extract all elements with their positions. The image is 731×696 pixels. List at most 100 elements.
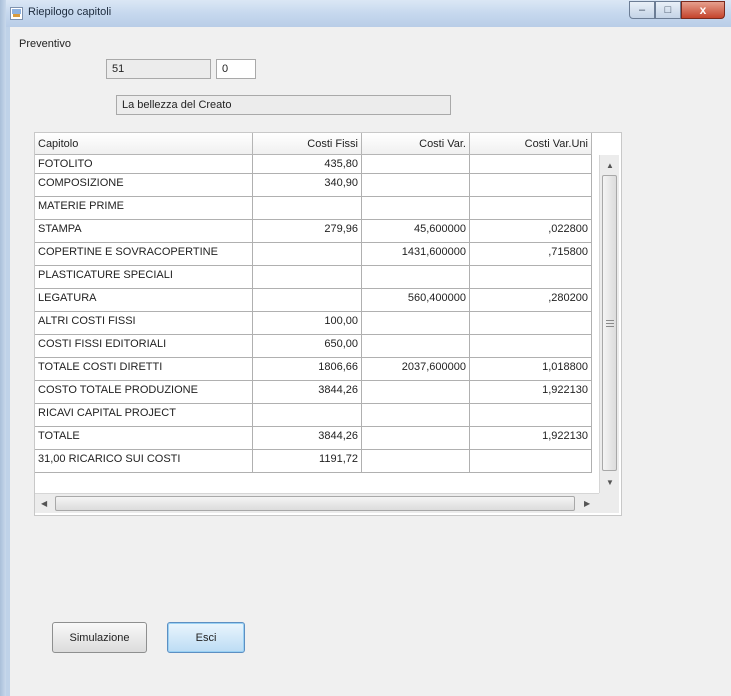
cell-costi-var-uni [470,404,592,427]
description-field[interactable]: La bellezza del Creato [116,95,451,115]
column-header-costi-var-uni[interactable]: Costi Var.Uni [470,133,592,155]
window-controls: – □ x [629,1,725,20]
cell-costi-var: 560,400000 [362,289,470,312]
cell-costi-var-uni [470,312,592,335]
cell-costi-var-uni [470,174,592,197]
cell-costi-fissi: 3844,26 [253,381,362,404]
preventivo-version-field[interactable]: 0 [216,59,256,79]
scroll-up-arrow-icon[interactable]: ▲ [606,161,614,170]
table-row[interactable]: FOTOLITO 435,80 [35,155,592,174]
cell-capitolo: COSTI FISSI EDITORIALI [35,335,253,358]
window-content: Preventivo 51 0 La bellezza del Creato C… [10,27,731,696]
table-row[interactable]: MATERIE PRIME [35,197,592,220]
table-header: Capitolo Costi Fissi Costi Var. Costi Va… [35,133,592,155]
column-header-costi-var[interactable]: Costi Var. [362,133,470,155]
cell-costi-fissi: 100,00 [253,312,362,335]
cell-costi-var [362,174,470,197]
horizontal-scrollbar[interactable]: ◀ ▶ [35,493,599,513]
cell-costi-fissi [253,197,362,220]
cell-capitolo: RICAVI CAPITAL PROJECT [35,404,253,427]
simulazione-button[interactable]: Simulazione [52,622,147,653]
scroll-right-arrow-icon[interactable]: ▶ [584,499,590,508]
cell-costi-fissi [253,266,362,289]
cell-costi-var [362,404,470,427]
window-title: Riepilogo capitoli [28,6,112,18]
cell-costi-var [362,155,470,174]
cell-costi-fissi: 1806,66 [253,358,362,381]
table-body: FOTOLITO 435,80 COMPOSIZIONE 340,90 MATE… [35,155,592,473]
column-header-capitolo[interactable]: Capitolo [35,133,253,155]
table-row[interactable]: COSTI FISSI EDITORIALI 650,00 [35,335,592,358]
cell-capitolo: TOTALE COSTI DIRETTI [35,358,253,381]
cell-costi-var [362,427,470,450]
cell-costi-fissi: 340,90 [253,174,362,197]
cell-costi-fissi: 435,80 [253,155,362,174]
cell-capitolo: STAMPA [35,220,253,243]
grip-line [606,326,614,327]
esci-button[interactable]: Esci [167,622,245,653]
cell-capitolo: LEGATURA [35,289,253,312]
scroll-down-arrow-icon[interactable]: ▼ [606,478,614,487]
cell-costi-fissi [253,404,362,427]
table-row[interactable]: STAMPA 279,96 45,600000 ,022800 [35,220,592,243]
preventivo-number-field[interactable]: 51 [106,59,211,79]
cell-costi-var [362,266,470,289]
cell-costi-fissi: 650,00 [253,335,362,358]
horizontal-scrollbar-thumb[interactable] [55,496,575,511]
cell-costi-fissi [253,243,362,266]
table-row[interactable]: TOTALE COSTI DIRETTI 1806,66 2037,600000… [35,358,592,381]
cell-costi-fissi: 1191,72 [253,450,362,473]
window-left-border [0,0,6,696]
table-row[interactable]: COSTO TOTALE PRODUZIONE 3844,26 1,922130 [35,381,592,404]
cell-costi-var: 2037,600000 [362,358,470,381]
vertical-scrollbar-thumb[interactable] [602,175,617,471]
table-row[interactable]: COMPOSIZIONE 340,90 [35,174,592,197]
cell-costi-var [362,335,470,358]
cell-costi-var-uni: ,280200 [470,289,592,312]
cell-costi-var-uni: 1,922130 [470,381,592,404]
grip-line [606,323,614,324]
column-header-costi-fissi[interactable]: Costi Fissi [253,133,362,155]
table-row[interactable]: TOTALE 3844,26 1,922130 [35,427,592,450]
maximize-button[interactable]: □ [655,1,681,19]
cell-costi-var [362,381,470,404]
cell-costi-var-uni [470,450,592,473]
cell-costi-var-uni: 1,922130 [470,427,592,450]
cell-costi-var [362,312,470,335]
table-row[interactable]: RICAVI CAPITAL PROJECT [35,404,592,427]
table-row[interactable]: LEGATURA 560,400000 ,280200 [35,289,592,312]
cell-costi-fissi: 3844,26 [253,427,362,450]
cell-costi-fissi: 279,96 [253,220,362,243]
cell-costi-var: 45,600000 [362,220,470,243]
vertical-scrollbar[interactable]: ▲ ▼ [599,155,619,493]
close-button[interactable]: x [681,1,725,19]
cell-costi-var-uni: 1,018800 [470,358,592,381]
table-row[interactable]: PLASTICATURE SPECIALI [35,266,592,289]
table-row[interactable]: ALTRI COSTI FISSI 100,00 [35,312,592,335]
cell-capitolo: PLASTICATURE SPECIALI [35,266,253,289]
cell-costi-var-uni [470,266,592,289]
cell-costi-var-uni [470,197,592,220]
cell-costi-var-uni [470,155,592,174]
minimize-button[interactable]: – [629,1,655,19]
cell-capitolo: MATERIE PRIME [35,197,253,220]
cell-costi-var: 1431,600000 [362,243,470,266]
title-bar[interactable]: Riepilogo capitoli – □ x [6,0,731,27]
cell-costi-var-uni: ,715800 [470,243,592,266]
cell-capitolo: FOTOLITO [35,155,253,174]
app-icon [10,7,23,20]
cell-costi-var [362,450,470,473]
cell-costi-fissi [253,289,362,312]
cell-capitolo: COPERTINE E SOVRACOPERTINE [35,243,253,266]
scroll-left-arrow-icon[interactable]: ◀ [41,499,47,508]
cell-costi-var-uni [470,335,592,358]
grip-line [606,320,614,321]
scrollbar-corner [599,493,619,513]
cell-capitolo: ALTRI COSTI FISSI [35,312,253,335]
table-row[interactable]: COPERTINE E SOVRACOPERTINE 1431,600000 ,… [35,243,592,266]
cell-capitolo: COMPOSIZIONE [35,174,253,197]
table-row[interactable]: 31,00 RICARICO SUI COSTI 1191,72 [35,450,592,473]
cell-costi-var [362,197,470,220]
cell-capitolo: 31,00 RICARICO SUI COSTI [35,450,253,473]
chapters-table: Capitolo Costi Fissi Costi Var. Costi Va… [34,132,622,516]
